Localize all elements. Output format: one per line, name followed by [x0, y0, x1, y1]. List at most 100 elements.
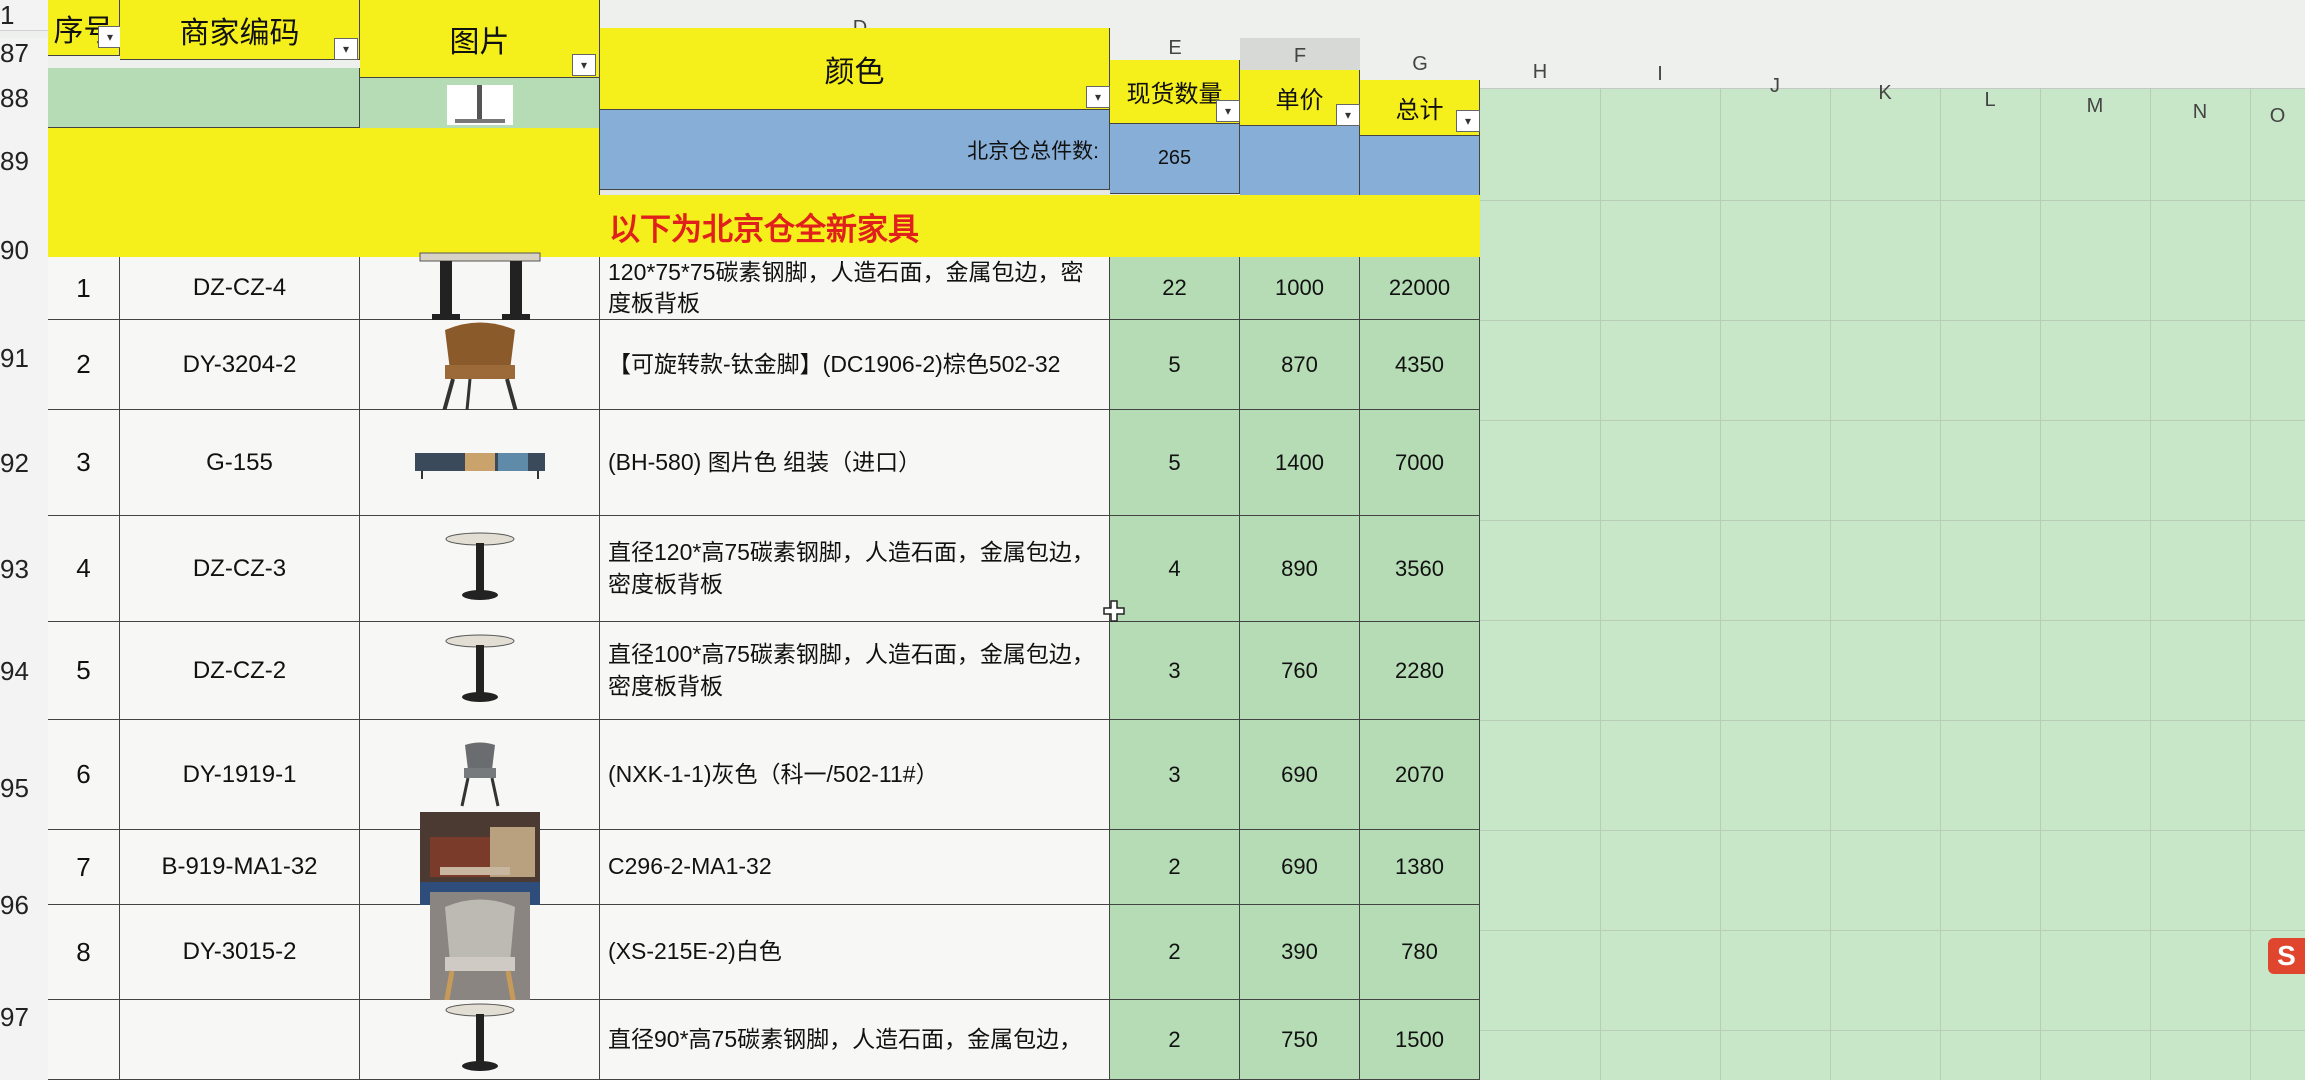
column-letter-j[interactable]: J: [1720, 68, 1830, 104]
row-number[interactable]: 94: [0, 622, 48, 721]
seq-cell[interactable]: 8: [48, 905, 120, 1000]
column-letter-l[interactable]: L: [1940, 82, 2040, 118]
filter-dropdown-icon[interactable]: ▾: [98, 26, 122, 48]
qty-cell[interactable]: 2: [1110, 1000, 1240, 1080]
seq-cell[interactable]: 2: [48, 320, 120, 410]
row-number[interactable]: 89: [0, 128, 48, 195]
filter-dropdown-icon[interactable]: ▾: [1336, 104, 1360, 126]
color-cell[interactable]: C296-2-MA1-32: [600, 830, 1110, 905]
filter-dropdown-icon[interactable]: ▾: [1456, 110, 1480, 132]
price-cell[interactable]: 890: [1240, 516, 1360, 622]
column-letter-f[interactable]: F: [1240, 38, 1360, 74]
color-cell[interactable]: 直径90*高75碳素钢脚，人造石面，金属包边，: [600, 1000, 1110, 1080]
filter-dropdown-icon[interactable]: ▾: [1216, 100, 1240, 122]
wps-badge-icon[interactable]: S: [2268, 938, 2305, 974]
qty-cell[interactable]: 22: [1110, 257, 1240, 320]
image-cell[interactable]: [360, 320, 600, 416]
seq-cell[interactable]: 7: [48, 830, 120, 905]
color-cell[interactable]: (NXK-1-1)灰色（科一/502-11#）: [600, 720, 1110, 830]
row-89-yellow-cell[interactable]: [48, 128, 600, 196]
seq-cell[interactable]: [48, 1000, 120, 1080]
qty-cell[interactable]: 4: [1110, 516, 1240, 622]
row-number[interactable]: 92: [0, 410, 48, 517]
color-cell[interactable]: (BH-580) 图片色 组装（进口）: [600, 410, 1110, 516]
code-cell[interactable]: [120, 1000, 360, 1080]
image-cell[interactable]: [360, 516, 600, 622]
color-cell[interactable]: 120*75*75碳素钢脚，人造石面，金属包边，密度板背板: [600, 257, 1110, 320]
row-number[interactable]: 88: [0, 68, 48, 129]
row-number[interactable]: 93: [0, 516, 48, 623]
image-cell[interactable]: [360, 1000, 600, 1080]
row-88-cell[interactable]: [48, 68, 360, 128]
total-cell[interactable]: 2070: [1360, 720, 1480, 830]
row-number[interactable]: 90: [0, 194, 48, 307]
seq-cell[interactable]: 4: [48, 516, 120, 622]
qty-cell[interactable]: 3: [1110, 720, 1240, 830]
seq-cell[interactable]: 1: [48, 257, 120, 320]
summary-label-cell[interactable]: 北京仓总件数:: [600, 110, 1110, 190]
code-cell[interactable]: DZ-CZ-2: [120, 622, 360, 720]
column-letter-k[interactable]: K: [1830, 75, 1940, 111]
total-cell[interactable]: 1500: [1360, 1000, 1480, 1080]
code-cell[interactable]: B-919-MA1-32: [120, 830, 360, 905]
price-cell[interactable]: 760: [1240, 622, 1360, 720]
price-cell[interactable]: 690: [1240, 830, 1360, 905]
summary-empty-cell[interactable]: [1240, 126, 1360, 198]
qty-cell[interactable]: 2: [1110, 905, 1240, 1000]
code-cell[interactable]: DZ-CZ-4: [120, 257, 360, 320]
price-cell[interactable]: 870: [1240, 320, 1360, 410]
code-cell[interactable]: G-155: [120, 410, 360, 516]
column-letter-n[interactable]: N: [2150, 94, 2250, 130]
price-cell[interactable]: 690: [1240, 720, 1360, 830]
row-number[interactable]: 96: [0, 856, 48, 955]
row-number[interactable]: 97: [0, 954, 48, 1080]
row-number[interactable]: 87: [0, 38, 48, 69]
header-code[interactable]: 商家编码: [120, 0, 360, 60]
image-cell[interactable]: [360, 410, 600, 516]
filter-dropdown-icon[interactable]: ▾: [334, 38, 358, 60]
column-letter-o[interactable]: O: [2250, 98, 2305, 134]
color-cell[interactable]: 直径120*高75碳素钢脚，人造石面，金属包边，密度板背板: [600, 516, 1110, 622]
seq-cell[interactable]: 3: [48, 410, 120, 516]
filter-dropdown-icon[interactable]: ▾: [1086, 86, 1110, 108]
column-letter-m[interactable]: M: [2040, 88, 2150, 124]
image-cell[interactable]: [360, 622, 600, 720]
header-color[interactable]: 颜色: [600, 28, 1110, 110]
seq-cell[interactable]: 6: [48, 720, 120, 830]
qty-cell[interactable]: 3: [1110, 622, 1240, 720]
price-cell[interactable]: 390: [1240, 905, 1360, 1000]
qty-cell[interactable]: 2: [1110, 830, 1240, 905]
code-cell[interactable]: DY-3015-2: [120, 905, 360, 1000]
total-cell[interactable]: 1380: [1360, 830, 1480, 905]
spreadsheet[interactable]: C D E F G H I J K L M N O 1 87 88 89 90 …: [0, 0, 2305, 1080]
price-cell[interactable]: 750: [1240, 1000, 1360, 1080]
price-cell[interactable]: 1000: [1240, 257, 1360, 320]
code-cell[interactable]: DZ-CZ-3: [120, 516, 360, 622]
total-cell[interactable]: 4350: [1360, 320, 1480, 410]
row-number[interactable]: 95: [0, 720, 48, 857]
color-cell[interactable]: 直径100*高75碳素钢脚，人造石面，金属包边，密度板背板: [600, 622, 1110, 720]
column-letter-h[interactable]: H: [1480, 54, 1600, 90]
price-cell[interactable]: 1400: [1240, 410, 1360, 516]
code-cell[interactable]: DY-1919-1: [120, 720, 360, 830]
header-image[interactable]: 图片: [360, 0, 600, 78]
image-cell[interactable]: [360, 892, 600, 1012]
code-cell[interactable]: DY-3204-2: [120, 320, 360, 410]
row-number[interactable]: 1: [0, 0, 48, 31]
color-cell[interactable]: 【可旋转款-钛金脚】(DC1906-2)棕色502-32: [600, 320, 1110, 410]
column-letter-i[interactable]: I: [1600, 56, 1720, 92]
row-number[interactable]: 91: [0, 306, 48, 411]
summary-empty-cell[interactable]: [1360, 136, 1480, 202]
total-cell[interactable]: 3560: [1360, 516, 1480, 622]
section-banner[interactable]: 以下为北京仓全新家具: [48, 195, 1480, 258]
qty-cell[interactable]: 5: [1110, 410, 1240, 516]
total-cell[interactable]: 780: [1360, 905, 1480, 1000]
seq-cell[interactable]: 5: [48, 622, 120, 720]
color-cell[interactable]: (XS-215E-2)白色: [600, 905, 1110, 1000]
filter-dropdown-icon[interactable]: ▾: [572, 54, 596, 76]
total-cell[interactable]: 22000: [1360, 257, 1480, 320]
summary-value-cell[interactable]: 265: [1110, 124, 1240, 194]
total-cell[interactable]: 2280: [1360, 622, 1480, 720]
qty-cell[interactable]: 5: [1110, 320, 1240, 410]
total-cell[interactable]: 7000: [1360, 410, 1480, 516]
